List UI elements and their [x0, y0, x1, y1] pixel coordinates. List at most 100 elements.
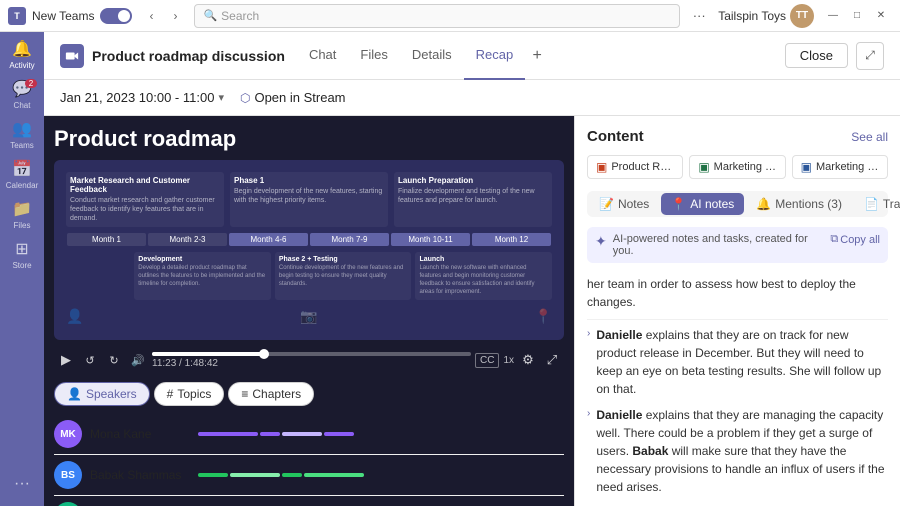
sidebar-item-label: Activity	[9, 61, 34, 70]
close-window-button[interactable]: ✕	[870, 5, 892, 27]
expand-icon[interactable]: ›	[587, 328, 590, 339]
profile-area[interactable]: Tailspin Toys TT	[718, 4, 814, 28]
tab-notes[interactable]: 📝 Notes	[589, 193, 659, 215]
cell-text: Begin development of the new features, s…	[234, 187, 384, 205]
note-expand-1: › Danielle explains that they are on tra…	[587, 326, 888, 398]
play-button[interactable]: ▶	[56, 350, 76, 370]
video-panel: Product roadmap Market Research and Cust…	[44, 116, 574, 506]
topics-icon: #	[167, 387, 174, 401]
sidebar-more-button[interactable]: ···	[4, 466, 40, 502]
chapters-icon: ≡	[241, 387, 248, 401]
note-text-intro: her team in order to assess how best to …	[587, 271, 888, 320]
month-2-3: Month 2-3	[148, 233, 227, 246]
speakers-tabs: 👤 Speakers # Topics ≡ Chapters	[54, 382, 564, 406]
ai-banner-text: AI-powered notes and tasks, created for …	[613, 233, 825, 257]
speaker-avatar-mona: MK	[54, 420, 82, 448]
phase-title: Launch	[419, 256, 548, 263]
tab-recap[interactable]: Recap	[464, 32, 526, 80]
see-all-button[interactable]: See all	[851, 130, 888, 144]
roadmap-cell-launch-prep: Launch Preparation Finalize development …	[394, 172, 552, 227]
tab-details[interactable]: Details	[400, 32, 464, 80]
stream-icon: ⬡	[240, 91, 250, 105]
content-files: ▣ Product Roadmap... ▣ Marketing budget.…	[587, 155, 888, 179]
more-apps-icon: ···	[14, 475, 30, 493]
minimize-button[interactable]: —	[822, 5, 844, 27]
video-icon-center[interactable]: 📷	[300, 308, 317, 325]
tab-mentions[interactable]: 🔔 Mentions (3)	[746, 193, 852, 215]
video-icon-left[interactable]: 👤	[66, 308, 83, 325]
forward-button[interactable]: ↻	[104, 350, 124, 370]
file-chip-xls[interactable]: ▣ Marketing budget...	[689, 155, 785, 179]
back-button[interactable]: ‹	[140, 5, 162, 27]
sidebar-item-activity[interactable]: 🔔 Activity	[4, 36, 40, 72]
doc-icon: ▣	[801, 160, 812, 174]
volume-button[interactable]: 🔊	[128, 350, 148, 370]
meeting-header: Product roadmap discussion Chat Files De…	[44, 32, 900, 80]
video-icon-right[interactable]: 📍	[535, 308, 552, 325]
new-teams-toggle[interactable]	[100, 8, 132, 24]
transcript-icon: 📄	[864, 197, 879, 211]
tab-ai-notes[interactable]: 📍 AI notes	[661, 193, 744, 215]
month-7-9: Month 7-9	[310, 233, 389, 246]
file-chip-ppt[interactable]: ▣ Product Roadmap...	[587, 155, 683, 179]
roadmap-visual: Market Research and Customer Feedback Co…	[54, 160, 564, 340]
more-icon[interactable]: ···	[688, 5, 710, 27]
sidebar-item-teams[interactable]: 👥 Teams	[4, 116, 40, 152]
note-block-2: › Danielle explains that they are managi…	[587, 406, 888, 496]
add-tab-button[interactable]: +	[525, 32, 549, 80]
fullscreen-button[interactable]: ⤢	[542, 350, 562, 370]
cell-title: Phase 1	[234, 176, 384, 185]
settings-button[interactable]: ⚙	[518, 350, 538, 370]
video-controls: ▶ ↺ ↻ 🔊 11:23 / 1:48:42 CC 1x ⚙	[54, 346, 564, 374]
search-bar[interactable]: 🔍 Search	[194, 4, 680, 28]
open-in-stream-link[interactable]: ⬡ Open in Stream	[240, 90, 346, 105]
sidebar: 🔔 Activity 💬 Chat 2 👥 Teams 📅 Calendar 📁…	[0, 32, 44, 506]
maximize-button[interactable]: □	[846, 5, 868, 27]
copy-all-button[interactable]: ⧉ Copy all	[830, 233, 880, 246]
title-bar-left: T New Teams	[8, 7, 132, 25]
tab-transcript[interactable]: 📄 Transcript	[854, 193, 900, 215]
month-1: Month 1	[67, 233, 146, 246]
ai-notes-tab-label: AI notes	[690, 197, 734, 211]
date-selector[interactable]: Jan 21, 2023 10:00 - 11:00 ▾	[60, 90, 224, 105]
phase-launch: Launch Launch the new software with enha…	[415, 252, 552, 300]
close-meeting-button[interactable]: Close	[785, 43, 848, 68]
search-placeholder: Search	[221, 9, 259, 23]
rewind-button[interactable]: ↺	[80, 350, 100, 370]
phase-text: Continue development of the new features…	[279, 265, 408, 288]
cell-title: Launch Preparation	[398, 176, 548, 185]
tab-topics[interactable]: # Topics	[154, 382, 225, 406]
bar	[282, 432, 322, 436]
main-content: Product roadmap discussion Chat Files De…	[44, 32, 900, 506]
transcript-tab-label: Transcript	[883, 197, 900, 211]
popout-button[interactable]: ⤢	[856, 42, 884, 70]
file-name-xls: Marketing budget...	[714, 161, 777, 173]
month-4-6: Month 4-6	[229, 233, 308, 246]
cc-button[interactable]: CC	[475, 353, 499, 368]
roadmap-cell-phase1: Phase 1 Begin development of the new fea…	[230, 172, 388, 227]
tab-speakers[interactable]: 👤 Speakers	[54, 382, 150, 406]
store-icon: ⊞	[15, 239, 28, 259]
speakers-section: 👤 Speakers # Topics ≡ Chapters MK Mona K…	[54, 382, 564, 506]
forward-button[interactable]: ›	[164, 5, 186, 27]
tab-files[interactable]: Files	[348, 32, 399, 80]
tab-chapters[interactable]: ≡ Chapters	[228, 382, 314, 406]
sidebar-item-calendar[interactable]: 📅 Calendar	[4, 156, 40, 192]
progress-area[interactable]: 11:23 / 1:48:42	[152, 352, 471, 369]
phase-title: Development	[138, 256, 267, 263]
file-chip-doc[interactable]: ▣ Marketing demo...	[792, 155, 888, 179]
progress-bar[interactable]	[152, 352, 471, 356]
sidebar-item-store[interactable]: ⊞ Store	[4, 236, 40, 272]
right-panel: Content See all ▣ Product Roadmap... ▣ M…	[574, 116, 900, 506]
speed-button[interactable]: 1x	[503, 355, 514, 366]
toggle-knob	[118, 10, 130, 22]
copy-icon: ⧉	[830, 233, 838, 246]
tab-chat[interactable]: Chat	[297, 32, 348, 80]
expand-icon[interactable]: ›	[587, 408, 590, 419]
avatar[interactable]: TT	[790, 4, 814, 28]
notes-tab-label: Notes	[618, 197, 649, 211]
xls-icon: ▣	[698, 160, 709, 174]
file-name-ppt: Product Roadmap...	[611, 161, 674, 173]
sidebar-item-files[interactable]: 📁 Files	[4, 196, 40, 232]
sidebar-item-chat[interactable]: 💬 Chat 2	[4, 76, 40, 112]
